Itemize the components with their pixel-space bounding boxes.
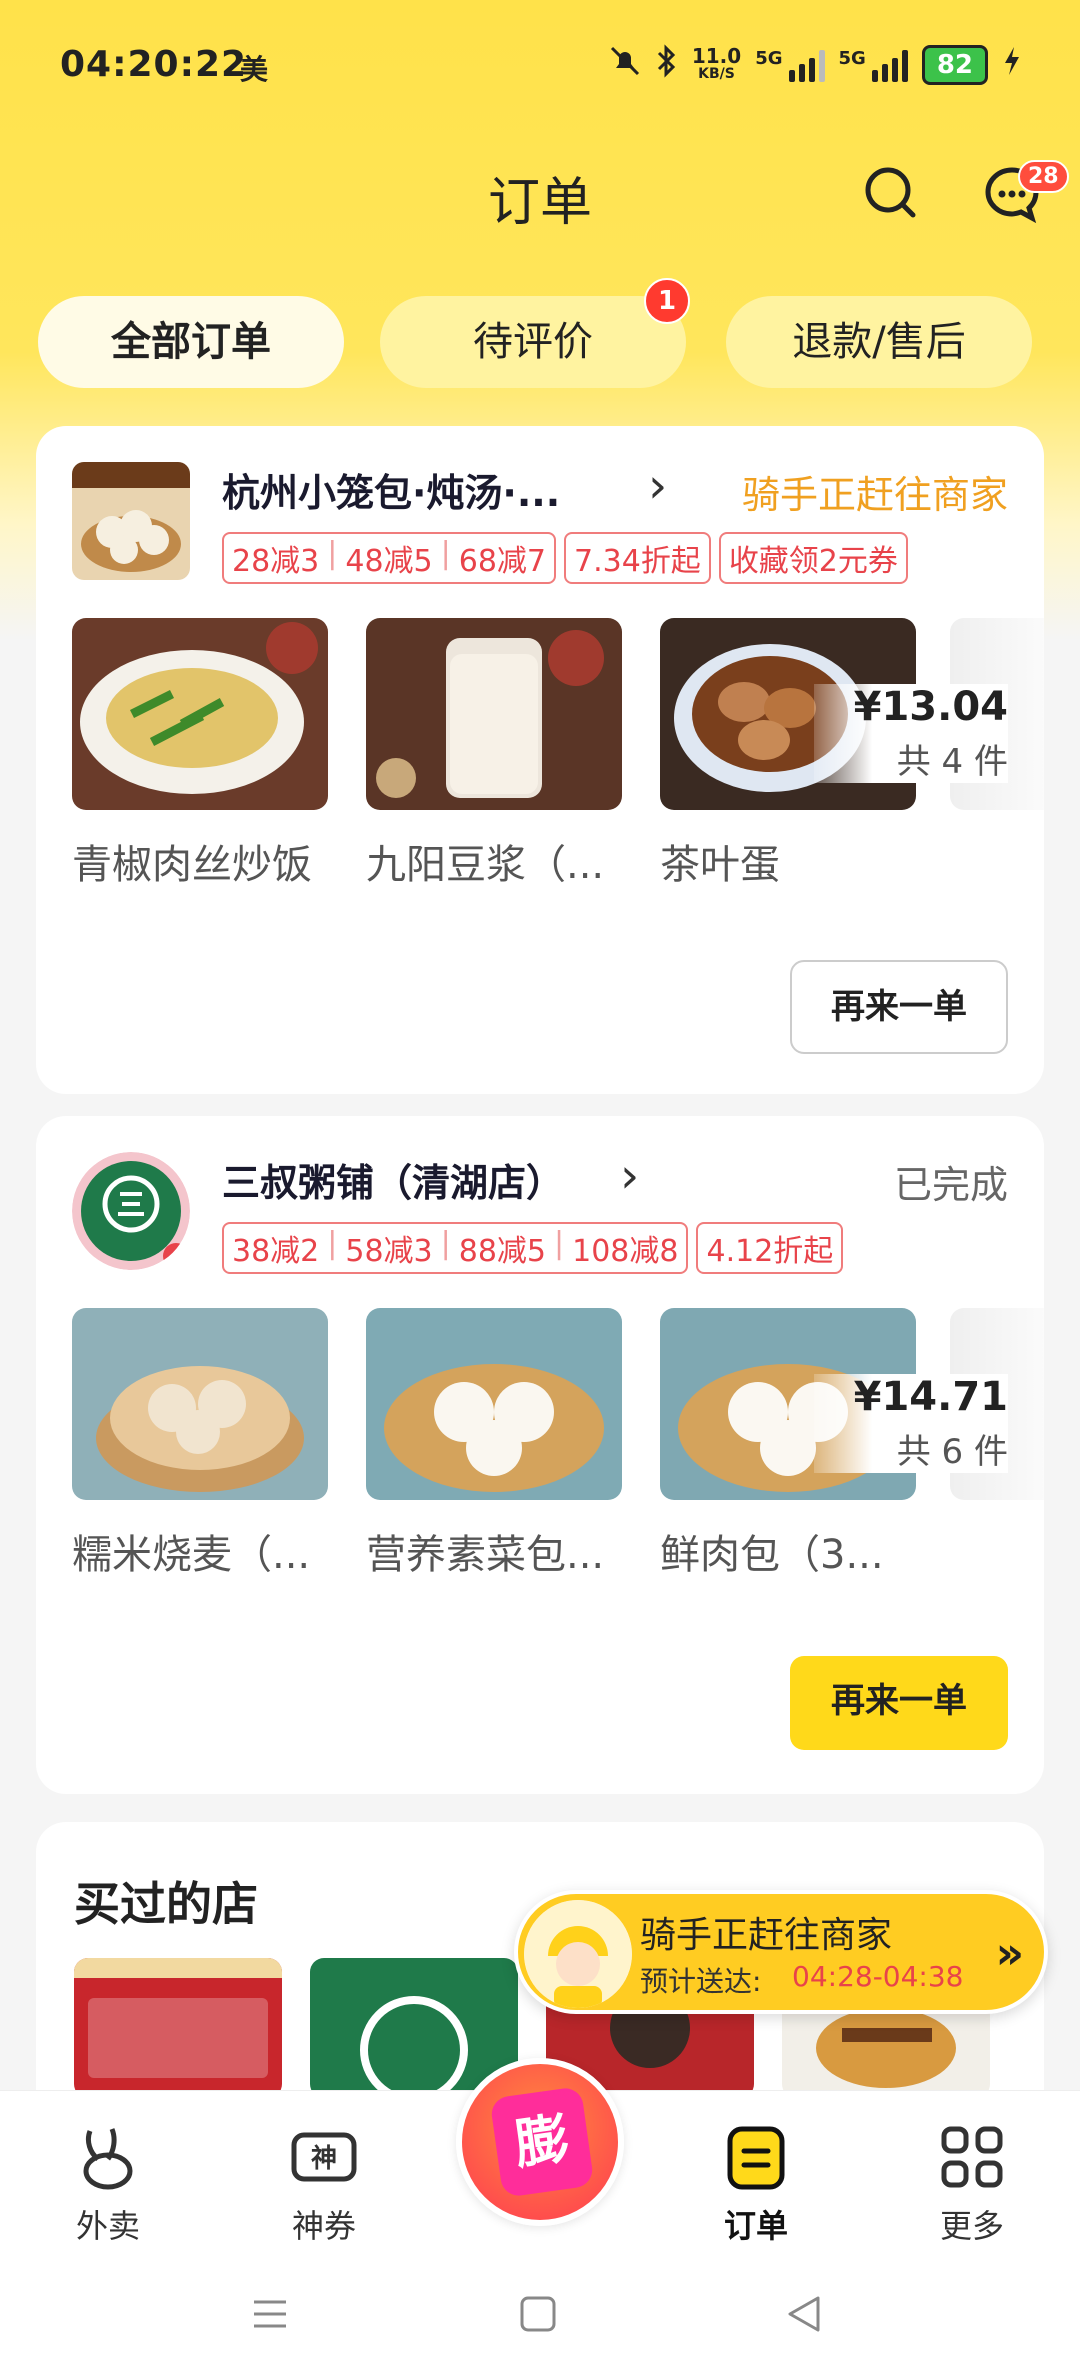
item-image	[72, 618, 328, 810]
order-status: 已完成	[893, 1163, 1008, 1207]
promo-tags: 38减2 | 58减3 | 88减5 | 108减8 4.12折起	[222, 1222, 844, 1274]
order-card[interactable]: 三叔粥铺（清湖店） › 已完成 38减2 | 58减3 | 88减5 | 108减8 …	[36, 1116, 1044, 1794]
promo-tag: 4.12折起	[696, 1222, 844, 1274]
system-nav-bar	[0, 2260, 1080, 2360]
promo-tag: 68减7	[458, 544, 547, 579]
svg-text:神: 神	[311, 2144, 337, 2174]
nav-orders[interactable]: 订单	[696, 2121, 816, 2247]
promo-tag: 108减8	[572, 1234, 679, 1269]
rider-eta-label: 预计送达:	[640, 1965, 762, 1998]
reorder-button[interactable]: 再来一单	[790, 960, 1008, 1054]
order-items: 青椒肉丝炒饭 九阳豆浆（... 茶叶蛋	[72, 618, 916, 890]
home-icon[interactable]	[518, 2290, 558, 2346]
order-item-count: 共 4 件	[896, 742, 1008, 782]
promo-discount-group: 28减3 | 48减5 | 68减7	[222, 532, 557, 584]
center-promo-button[interactable]: 膨	[456, 2058, 624, 2226]
bought-store-item[interactable]	[74, 1958, 282, 2098]
coupon-icon: 神	[288, 2121, 360, 2193]
rider-status-float[interactable]: 骑手正赶往商家 预计送达: 04:28-04:38 »	[514, 1890, 1048, 2014]
menu-icon[interactable]	[250, 2290, 290, 2346]
item-name: 青椒肉丝炒饭	[72, 842, 312, 888]
rider-avatar	[524, 1900, 632, 2008]
item-name: 茶叶蛋	[660, 842, 780, 888]
status-app-icon: 美	[240, 53, 269, 86]
message-badge: 28	[1018, 160, 1069, 193]
promo-tag: 58减3	[345, 1234, 433, 1269]
rabbit-icon	[72, 2121, 144, 2193]
promo-tag: 收藏领2元券	[718, 532, 908, 584]
nav-label: 订单	[723, 2207, 788, 2245]
signal2-icon: 5G	[839, 48, 908, 82]
item-image	[366, 1308, 622, 1500]
nav-label: 外卖	[75, 2207, 140, 2245]
order-item-count: 共 6 件	[896, 1432, 1008, 1472]
nav-label: 神券	[291, 2207, 356, 2245]
order-item[interactable]: 九阳豆浆（...	[366, 618, 622, 890]
nav-more[interactable]: 更多	[912, 2121, 1032, 2247]
item-image	[366, 618, 622, 810]
promo-discount-group: 38减2 | 58减3 | 88减5 | 108减8	[222, 1222, 689, 1274]
promo-tag: 88减5	[458, 1234, 547, 1269]
back-icon[interactable]	[784, 2290, 824, 2346]
promo-tags: 28减3 | 48减5 | 68减7 7.34折起 收藏领2元券	[222, 532, 908, 584]
order-items: 糯米烧麦（... 营养素菜包... 鲜肉包（3...	[72, 1308, 916, 1580]
fab-label: 膨	[489, 2086, 595, 2198]
tab-refund[interactable]: 退款/售后	[726, 296, 1032, 388]
grid-icon	[936, 2121, 1008, 2193]
charging-icon	[1002, 45, 1022, 85]
status-time: 04:20:22	[60, 44, 248, 85]
rider-eta-time: 04:28-04:38	[792, 1960, 964, 1993]
order-item[interactable]: 营养素菜包...	[366, 1308, 622, 1580]
nav-label: 更多	[939, 2207, 1004, 2245]
rider-status-title: 骑手正赶往商家	[640, 1915, 893, 1956]
order-price: ¥14.71	[853, 1374, 1008, 1420]
order-item[interactable]: 糯米烧麦（...	[72, 1308, 328, 1580]
promo-tag: 7.34折起	[564, 532, 711, 584]
tab-to-review[interactable]: 待评价	[380, 296, 686, 388]
status-icons: 11.0 KB/S 5G 5G 82	[608, 40, 1022, 90]
order-total: ¥14.71 共 6 件	[813, 1374, 1008, 1473]
status-bar: 04:20:22 美 11.0 KB/S 5G 5G 82	[0, 0, 1080, 130]
search-icon[interactable]	[860, 162, 920, 222]
promo-tag: 48减5	[345, 544, 433, 579]
promo-tag: 38减2	[232, 1234, 320, 1269]
orders-icon	[720, 2121, 792, 2193]
net-speed-unit: KB/S	[698, 66, 735, 82]
item-name: 九阳豆浆（...	[366, 842, 605, 888]
bluetooth-icon	[656, 44, 678, 86]
order-price: ¥13.04	[853, 684, 1008, 730]
item-name: 鲜肉包（3...	[660, 1532, 884, 1578]
promo-tag: 28减3	[232, 544, 320, 579]
order-status: 骑手正赶往商家	[741, 473, 1008, 517]
tab-review-badge: 1	[644, 278, 690, 324]
signal1-label: 5G	[755, 48, 783, 69]
signal2-label: 5G	[838, 48, 866, 69]
nav-takeout[interactable]: 外卖	[48, 2121, 168, 2247]
chevron-right-icon[interactable]: ›	[620, 1148, 639, 1204]
net-speed: 11.0 KB/S	[691, 44, 742, 83]
bought-stores-title: 买过的店	[74, 1877, 258, 1931]
nav-coupons[interactable]: 神 神券	[264, 2121, 384, 2247]
double-chevron-right-icon[interactable]: »	[996, 1928, 1024, 1979]
item-image	[72, 1308, 328, 1500]
store-logo[interactable]	[72, 1152, 190, 1270]
store-logo[interactable]	[72, 462, 190, 580]
store-name[interactable]: 三叔粥铺（清湖店）	[222, 1152, 564, 1207]
signal-icon: 5G	[755, 48, 825, 82]
item-name: 营养素菜包...	[366, 1532, 605, 1578]
mute-icon	[608, 44, 642, 86]
reorder-button[interactable]: 再来一单	[790, 1656, 1008, 1750]
store-name[interactable]: 杭州小笼包·炖汤·...	[222, 462, 560, 517]
order-total: ¥13.04 共 4 件	[813, 684, 1008, 783]
tab-all-orders[interactable]: 全部订单	[38, 296, 344, 388]
battery-icon: 82	[921, 45, 988, 85]
item-name: 糯米烧麦（...	[72, 1532, 311, 1578]
net-speed-value: 11.0	[691, 44, 742, 68]
chevron-right-icon[interactable]: ›	[648, 458, 667, 514]
order-item[interactable]: 青椒肉丝炒饭	[72, 618, 328, 890]
order-card[interactable]: 杭州小笼包·炖汤·... › 骑手正赶往商家 28减3 | 48减5 | 68减7 …	[36, 426, 1044, 1094]
